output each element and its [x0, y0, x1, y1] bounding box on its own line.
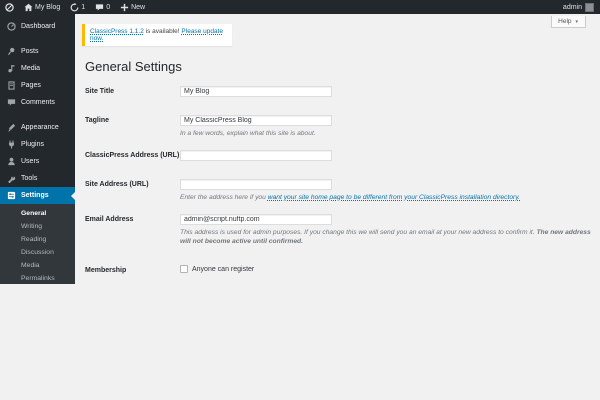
site-address-input[interactable]	[180, 179, 332, 190]
comment-count: 0	[106, 4, 110, 11]
settings-icon	[7, 191, 16, 200]
updates-menu[interactable]: 1	[65, 0, 90, 14]
sidebar-item-comments[interactable]: Comments	[0, 94, 75, 111]
sidebar-label: Posts	[21, 48, 39, 55]
users-icon	[7, 157, 16, 166]
posts-icon	[7, 47, 16, 56]
plus-icon	[120, 3, 129, 12]
site-link[interactable]: My Blog	[19, 0, 65, 14]
site-title-input[interactable]	[180, 86, 332, 97]
email-address-input[interactable]	[180, 214, 332, 225]
sidebar-item-appearance[interactable]: Appearance	[0, 119, 75, 136]
sidebar-item-tools[interactable]: Tools	[0, 170, 75, 187]
classicpress-address-row: ClassicPress Address (URL)	[85, 150, 600, 161]
account-menu[interactable]: admin	[563, 4, 582, 11]
classicpress-address-input[interactable]	[180, 150, 332, 161]
update-count: 1	[81, 4, 85, 11]
avatar[interactable]	[585, 3, 594, 12]
tools-icon	[7, 174, 16, 183]
sidebar-item-settings[interactable]: Settings	[0, 187, 75, 204]
menu-separator	[0, 35, 75, 43]
appearance-icon	[7, 123, 16, 132]
site-address-label: Site Address (URL)	[85, 179, 180, 202]
submenu-item-discussion[interactable]: Discussion	[0, 246, 75, 259]
sidebar-label: Users	[21, 158, 39, 165]
help-text-part: Enter the address here if you	[180, 194, 268, 201]
submenu-item-media[interactable]: Media	[0, 259, 75, 272]
dashboard-icon	[7, 22, 16, 31]
site-title-label: Site Title	[85, 86, 180, 97]
update-nag-notice: ClassicPress 1.1.2 is available! Please …	[82, 24, 232, 46]
classicpress-address-label: ClassicPress Address (URL)	[85, 150, 180, 161]
classicpress-logo-menu[interactable]	[0, 0, 19, 14]
plugins-icon	[7, 140, 16, 149]
menu-separator	[0, 111, 75, 119]
email-address-label: Email Address	[85, 214, 180, 246]
submenu-item-general[interactable]: General	[0, 207, 75, 220]
sidebar-item-pages[interactable]: Pages	[0, 77, 75, 94]
submenu-item-writing[interactable]: Writing	[0, 220, 75, 233]
home-icon	[24, 3, 33, 12]
settings-page: Help ▼ ClassicPress 1.1.2 is available! …	[75, 14, 600, 284]
sidebar-item-plugins[interactable]: Plugins	[0, 136, 75, 153]
help-text-part: This address is used for admin purposes.…	[180, 229, 536, 236]
site-address-row: Site Address (URL) Enter the address her…	[85, 179, 600, 202]
email-help-text: This address is used for admin purposes.…	[180, 228, 600, 246]
comment-bubble-icon	[95, 3, 104, 12]
site-address-help-text: Enter the address here if you want your …	[180, 193, 520, 202]
membership-label: Membership	[85, 265, 180, 274]
update-icon	[70, 3, 79, 12]
site-title-row: Site Title	[85, 86, 600, 97]
tagline-row: Tagline In a few words, explain what thi…	[85, 115, 600, 138]
sidebar-label: Dashboard	[21, 23, 55, 30]
settings-submenu: General Writing Reading Discussion Media…	[0, 204, 75, 284]
new-content-menu[interactable]: New	[115, 0, 150, 14]
submenu-item-reading[interactable]: Reading	[0, 233, 75, 246]
media-icon	[7, 64, 16, 73]
sidebar-label: Media	[21, 65, 40, 72]
anyone-can-register-checkbox[interactable]	[180, 265, 188, 273]
new-label: New	[131, 4, 145, 11]
pages-icon	[7, 81, 16, 90]
sidebar-label: Pages	[21, 82, 41, 89]
sidebar-label: Comments	[21, 99, 55, 106]
active-item-notch	[67, 192, 75, 200]
chevron-down-icon: ▼	[575, 19, 579, 24]
sidebar-item-users[interactable]: Users	[0, 153, 75, 170]
email-address-row: Email Address This address is used for a…	[85, 214, 600, 246]
general-settings-form: Site Title Tagline In a few words, expla…	[85, 86, 600, 284]
comments-menu[interactable]: 0	[90, 0, 115, 14]
admin-sidebar: Dashboard Posts Media Pages Comments	[0, 14, 75, 284]
page-title: General Settings	[85, 59, 600, 74]
site-name: My Blog	[35, 4, 60, 11]
sidebar-label: Settings	[21, 192, 49, 199]
tagline-help-text: In a few words, explain what this site i…	[180, 129, 332, 138]
comments-icon	[7, 98, 16, 107]
tagline-label: Tagline	[85, 115, 180, 138]
help-label: Help	[558, 18, 571, 25]
sidebar-label: Appearance	[21, 124, 59, 131]
admin-bar: My Blog 1 0 New admin	[0, 0, 600, 14]
sidebar-item-dashboard[interactable]: Dashboard	[0, 18, 75, 35]
classicpress-logo-icon	[5, 3, 14, 12]
sidebar-label: Plugins	[21, 141, 44, 148]
membership-row: Membership Anyone can register	[85, 265, 600, 274]
help-tab[interactable]: Help ▼	[551, 16, 586, 28]
anyone-can-register-label: Anyone can register	[192, 266, 254, 273]
notice-text: is available!	[146, 28, 180, 35]
classicpress-version-link[interactable]: ClassicPress 1.1.2	[90, 28, 144, 35]
site-home-page-link[interactable]: want your site home page to be different…	[268, 194, 520, 201]
sidebar-label: Tools	[21, 175, 37, 182]
sidebar-item-posts[interactable]: Posts	[0, 43, 75, 60]
sidebar-item-media[interactable]: Media	[0, 60, 75, 77]
submenu-item-permalinks[interactable]: Permalinks	[0, 272, 75, 284]
tagline-input[interactable]	[180, 115, 332, 126]
